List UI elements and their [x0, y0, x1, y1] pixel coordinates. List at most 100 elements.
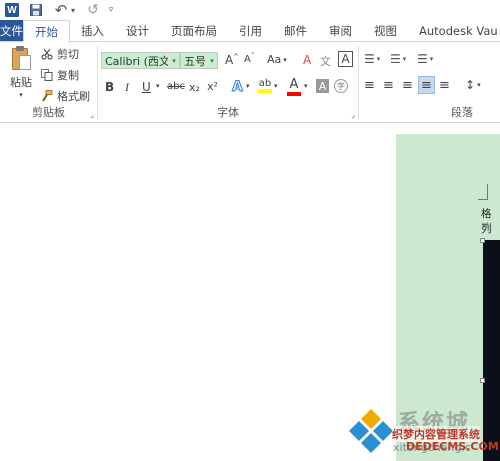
- highlight-button[interactable]: ab: [258, 78, 272, 93]
- bullets-dropdown-icon: ▾: [376, 55, 381, 63]
- cut-button[interactable]: 剪切: [40, 46, 79, 62]
- line-spacing-button[interactable]: ↕ ▾: [465, 78, 481, 92]
- font-size-combobox[interactable]: 五号 ▾: [180, 52, 218, 69]
- shrink-font-button[interactable]: Aˇ: [244, 52, 255, 65]
- distributed-icon: ≡: [439, 78, 450, 93]
- font-name-dropdown-icon[interactable]: ▾: [168, 53, 179, 68]
- enclose-characters-icon: 字: [337, 81, 345, 91]
- save-icon[interactable]: [25, 0, 47, 20]
- highlight-icon: ab: [258, 78, 272, 89]
- superscript-icon: x²: [207, 80, 218, 93]
- tab-file[interactable]: 文件: [0, 20, 23, 41]
- font-size-value: 五号: [184, 54, 206, 68]
- tab-insert[interactable]: 插入: [70, 20, 115, 41]
- enclose-characters-button[interactable]: 字: [334, 79, 348, 93]
- line-spacing-icon: ↕: [465, 78, 476, 92]
- ribbon-tabs: 文件 开始 插入 设计 页面布局 引用 邮件 审阅 视图 Autodesk Va…: [0, 20, 500, 42]
- undo-dropdown-icon[interactable]: ▾: [69, 0, 77, 20]
- font-color-dropdown-icon[interactable]: ▾: [304, 82, 308, 90]
- tab-view[interactable]: 视图: [363, 20, 408, 41]
- justify-button[interactable]: ≡: [418, 76, 435, 94]
- format-painter-button[interactable]: 格式刷: [40, 88, 90, 104]
- strikethrough-icon: abc: [167, 81, 185, 92]
- paste-dropdown-icon[interactable]: ▾: [19, 91, 23, 99]
- paste-button[interactable]: 粘贴 ▾: [8, 46, 34, 99]
- font-color-swatch: [287, 92, 301, 96]
- font-group-label: 字体: [217, 106, 239, 119]
- italic-button[interactable]: I: [125, 80, 129, 95]
- distributed-button[interactable]: ≡: [439, 78, 450, 93]
- highlight-color-swatch: [258, 89, 272, 93]
- text-effects-button[interactable]: A: [232, 79, 244, 96]
- highlight-dropdown-icon[interactable]: ▾: [274, 82, 278, 90]
- inserted-image[interactable]: [483, 240, 500, 461]
- multilevel-list-button[interactable]: ☰ ▾: [417, 52, 433, 66]
- paragraph-mark-icon: ↵: [482, 221, 490, 231]
- subscript-icon: x₂: [189, 81, 200, 94]
- bold-button[interactable]: B: [105, 80, 114, 94]
- font-size-dropdown-icon[interactable]: ▾: [206, 53, 217, 68]
- grow-font-caret: ^: [233, 53, 240, 61]
- page-margin-marker: [478, 184, 488, 200]
- tab-review[interactable]: 审阅: [318, 20, 363, 41]
- align-right-button[interactable]: ≡: [402, 78, 413, 93]
- tab-design[interactable]: 设计: [115, 20, 160, 41]
- line-spacing-dropdown-icon: ▾: [477, 81, 481, 89]
- font-name-value: Calibri (西文正: [105, 54, 168, 68]
- quick-access-toolbar: W ↶ ▾ ↺ ▿: [0, 0, 500, 20]
- phonetic-guide-icon: 文: [320, 55, 331, 68]
- shrink-font-icon: A: [244, 54, 251, 65]
- format-painter-label: 格式刷: [57, 90, 90, 103]
- undo-icon[interactable]: ↶: [53, 0, 69, 20]
- clear-formatting-button[interactable]: A: [303, 53, 311, 67]
- character-shading-button[interactable]: A: [316, 79, 329, 93]
- underline-dropdown-icon[interactable]: ▾: [156, 82, 160, 90]
- word-app-icon[interactable]: W: [5, 3, 19, 17]
- image-resize-handle[interactable]: [480, 238, 485, 243]
- tab-home[interactable]: 开始: [23, 20, 70, 42]
- redo-icon[interactable]: ↺: [85, 0, 101, 20]
- text-effects-dropdown-icon[interactable]: ▾: [246, 82, 250, 90]
- change-case-icon: Aa: [267, 53, 282, 66]
- scissors-icon: [40, 48, 54, 60]
- tab-mailings[interactable]: 邮件: [273, 20, 318, 41]
- tab-page-layout[interactable]: 页面布局: [160, 20, 228, 41]
- numbering-button[interactable]: ☰ ▾: [390, 52, 406, 66]
- change-case-button[interactable]: Aa ▾: [267, 53, 287, 66]
- customize-toolbar-icon[interactable]: ▿: [105, 0, 117, 20]
- font-color-button[interactable]: A: [287, 77, 301, 96]
- font-launcher-icon[interactable]: ⌟: [351, 110, 355, 119]
- strikethrough-button[interactable]: abc: [167, 81, 185, 92]
- align-left-button[interactable]: ≡: [364, 78, 375, 93]
- font-color-icon: A: [289, 77, 299, 92]
- subscript-button[interactable]: x₂: [189, 81, 200, 94]
- font-name-combobox[interactable]: Calibri (西文正 ▾: [101, 52, 180, 69]
- cut-label: 剪切: [57, 48, 79, 61]
- align-left-icon: ≡: [364, 78, 375, 93]
- italic-icon: I: [125, 80, 129, 94]
- align-center-icon: ≡: [383, 78, 394, 93]
- multilevel-list-icon: ☰: [417, 52, 428, 66]
- clipboard-launcher-icon[interactable]: ⌟: [90, 110, 94, 119]
- image-resize-handle[interactable]: [480, 378, 485, 383]
- bullets-button[interactable]: ☰ ▾: [364, 52, 380, 66]
- underline-button[interactable]: U: [142, 80, 151, 94]
- phonetic-guide-button[interactable]: 文: [320, 53, 331, 69]
- paragraph-group: ☰ ▾ ☰ ▾ ☰ ▾ ≡ ≡ ≡ ≡ ≡ ↕ ▾ 段落: [359, 42, 500, 122]
- font-group: Calibri (西文正 ▾ 五号 ▾ A^ Aˇ Aa▾ A 文 A B I …: [98, 42, 358, 122]
- clipboard-group: 粘贴 ▾ 剪切 复制 格式刷 剪贴板 ⌟: [0, 42, 97, 122]
- copy-button[interactable]: 复制: [40, 67, 79, 83]
- superscript-button[interactable]: x²: [207, 80, 218, 93]
- tab-autodesk-vault[interactable]: Autodesk Vau: [408, 20, 500, 41]
- underline-icon: U: [142, 80, 151, 94]
- tab-references[interactable]: 引用: [228, 20, 273, 41]
- copy-label: 复制: [57, 69, 79, 82]
- text-effects-icon: A: [232, 79, 244, 96]
- character-border-icon: A: [341, 52, 350, 66]
- paragraph-group-label: 段落: [451, 106, 473, 119]
- grow-font-icon: A: [225, 53, 234, 67]
- character-border-button[interactable]: A: [338, 51, 353, 67]
- grow-font-button[interactable]: A ^: [225, 53, 239, 67]
- align-center-button[interactable]: ≡: [383, 78, 394, 93]
- shrink-font-caret: ˇ: [250, 52, 255, 61]
